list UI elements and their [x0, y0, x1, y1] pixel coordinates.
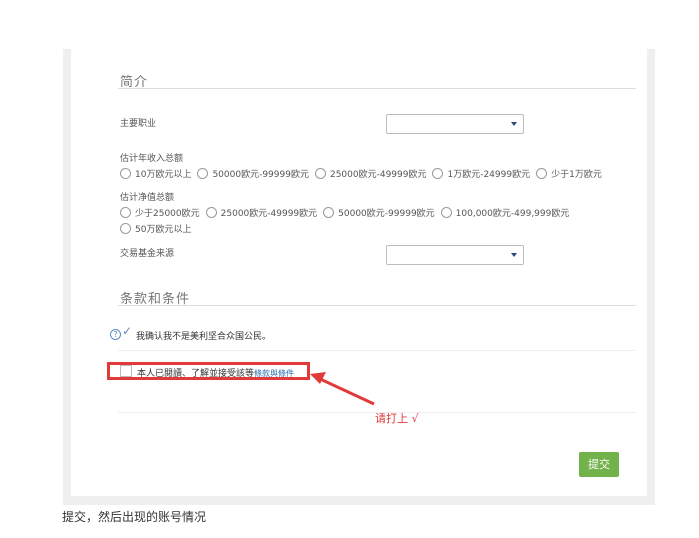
footer-divider — [118, 412, 636, 413]
submit-button[interactable]: 提交 — [579, 452, 619, 477]
annotation-arrow-line — [317, 376, 375, 406]
caption-text: 提交，然后出现的账号情况 — [62, 510, 207, 524]
